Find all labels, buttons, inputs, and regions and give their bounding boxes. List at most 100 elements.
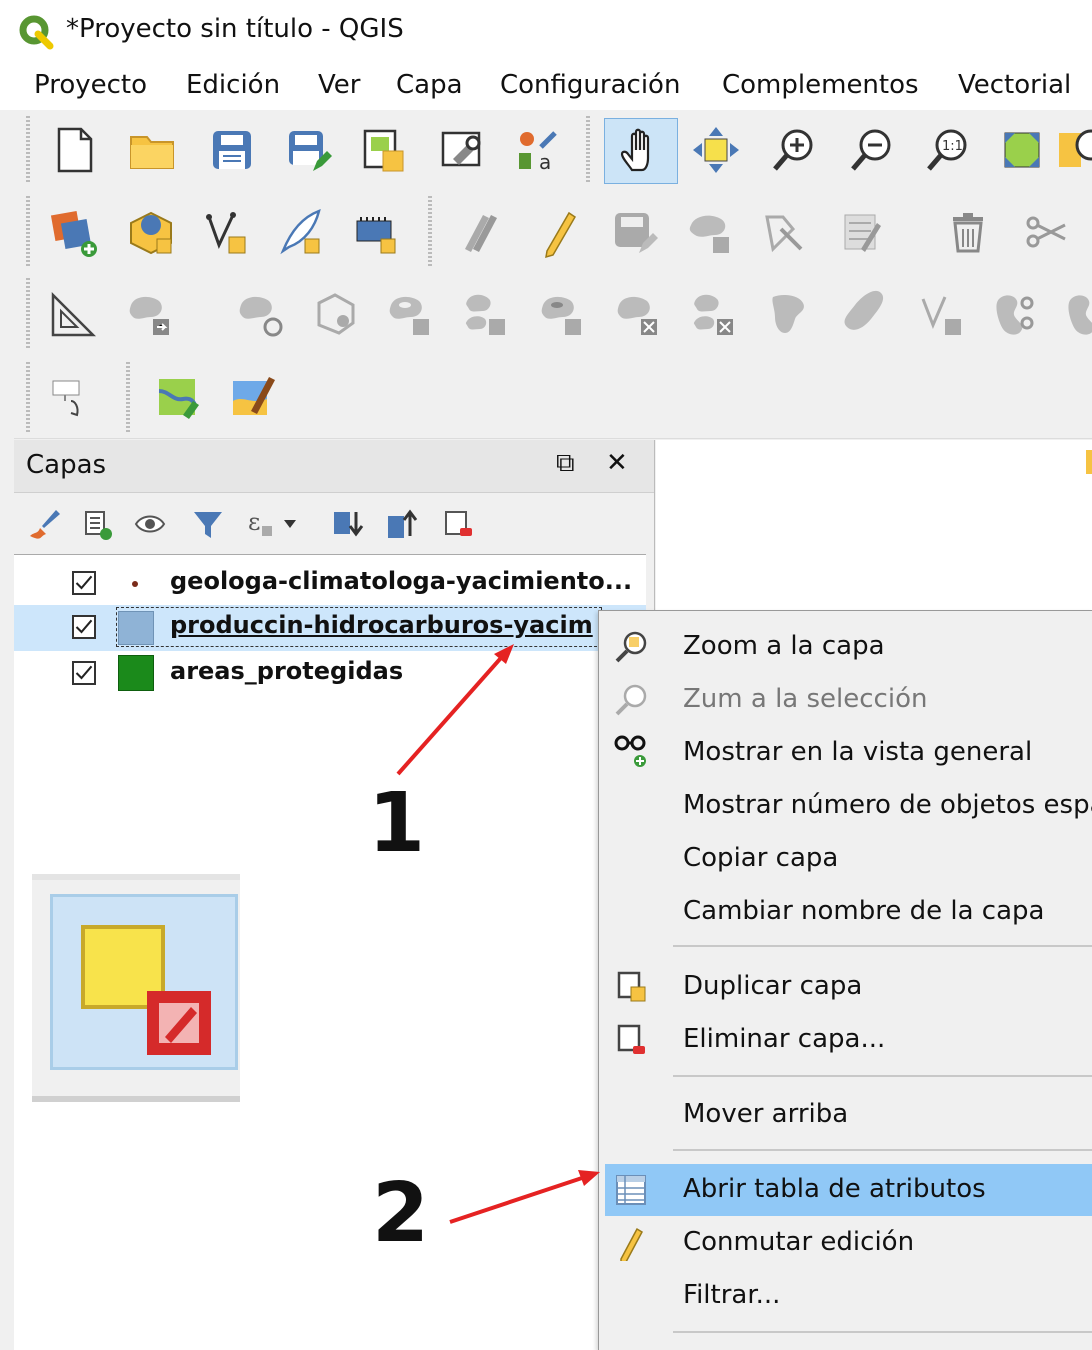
menu-item-rename-layer[interactable]: Cambiar nombre de la capa (599, 886, 1092, 938)
new-virtual-layer-button[interactable] (348, 200, 404, 264)
zoom-out-button[interactable] (844, 118, 900, 182)
close-panel-icon[interactable]: ✕ (606, 448, 628, 478)
style-layer-icon[interactable] (26, 506, 62, 542)
menu-item-move-up[interactable]: Mover arriba (599, 1089, 1092, 1141)
offset-curve-button[interactable] (838, 282, 894, 346)
layer-row-selected[interactable]: produccin-hidrocarburos-yacim (14, 605, 646, 651)
expand-all-icon[interactable] (330, 506, 366, 542)
georeferencer-icon (158, 379, 199, 419)
menu-proyecto[interactable]: Proyecto (34, 68, 147, 102)
style-manager-icon: a (519, 131, 557, 174)
save-edits-button[interactable] (606, 200, 662, 264)
delete-ring-icon (617, 296, 657, 335)
add-group-icon[interactable] (78, 506, 114, 542)
project-toolbar: a 1:1 (14, 110, 1092, 191)
layer-visibility-checkbox[interactable] (72, 571, 96, 595)
layer-row[interactable]: geologa-climatologa-yacimiento... (14, 561, 646, 607)
reshape-features-button[interactable] (762, 282, 818, 346)
menu-item-filter[interactable]: Filtrar... (599, 1270, 1092, 1322)
menu-ver[interactable]: Ver (318, 68, 360, 102)
toolbar-grip[interactable] (428, 196, 432, 266)
float-panel-icon[interactable]: ⧉ (556, 448, 575, 479)
zoom-1-1-icon: 1:1 (927, 129, 967, 171)
annotation-tool-button[interactable] (44, 366, 100, 430)
menu-item-zoom-to-selection[interactable]: Zum a la selección (599, 674, 1092, 726)
eye-visibility-icon[interactable] (132, 506, 168, 542)
menu-complementos[interactable]: Complementos (722, 68, 919, 102)
layer-row[interactable]: areas_protegidas (14, 651, 646, 697)
delete-ring-button[interactable] (610, 282, 666, 346)
toolbar-grip[interactable] (26, 278, 30, 350)
menu-item-label: Conmutar edición (683, 1227, 915, 1257)
add-ring-button[interactable] (382, 282, 438, 346)
toolbar-grip[interactable] (26, 362, 30, 432)
modify-attributes-button[interactable] (834, 200, 890, 264)
menu-item-zoom-to-layer[interactable]: Zoom a la capa (599, 621, 1092, 673)
new-temporary-layer-button[interactable] (272, 200, 328, 264)
add-part-button[interactable] (458, 282, 514, 346)
style-manager-button[interactable]: a (510, 118, 566, 182)
split-features-button[interactable] (988, 282, 1044, 346)
layer-visibility-checkbox[interactable] (72, 615, 96, 639)
advanced-digitizing-button[interactable] (44, 282, 100, 346)
menu-vectorial[interactable]: Vectorial (958, 68, 1071, 102)
open-project-button[interactable] (124, 118, 180, 182)
shape-digitize-button[interactable] (122, 282, 178, 346)
merge-features-button[interactable] (1060, 282, 1092, 346)
toolbar-grip[interactable] (26, 196, 30, 266)
menu-item-copy-layer[interactable]: Copiar capa (599, 833, 1092, 885)
toolbar-grip[interactable] (26, 116, 30, 184)
zoom-to-layer-button[interactable] (1056, 118, 1092, 182)
save-project-button[interactable] (204, 118, 260, 182)
zoom-native-button[interactable]: 1:1 (920, 118, 976, 182)
toolbar-grip[interactable] (126, 362, 130, 432)
add-polygon-button[interactable] (682, 200, 738, 264)
split-parts-button[interactable] (914, 282, 970, 346)
modify-attributes-icon (844, 214, 881, 252)
menu-item-show-feature-count[interactable]: Mostrar número de objetos espa (599, 780, 1092, 832)
expression-filter-icon[interactable]: ε (246, 506, 300, 542)
layer-name: geologa-climatologa-yacimiento... (170, 567, 633, 595)
filter-icon[interactable] (190, 506, 226, 542)
menu-capa[interactable]: Capa (396, 68, 463, 102)
menu-configuracion[interactable]: Configuración (500, 68, 680, 102)
annotation-icon (52, 380, 80, 417)
data-source-manager-button[interactable] (46, 200, 102, 264)
fill-ring-button[interactable] (534, 282, 590, 346)
pan-map-button[interactable] (604, 118, 678, 184)
save-as-button[interactable] (280, 118, 336, 182)
rotate-feature-button[interactable] (232, 282, 288, 346)
remove-layer-icon[interactable] (440, 506, 476, 542)
menu-edicion[interactable]: Edición (186, 68, 280, 102)
menu-item-duplicate-layer[interactable]: Duplicar capa (599, 961, 1092, 1013)
menu-item-show-in-overview[interactable]: Mostrar en la vista general (599, 727, 1092, 779)
menu-item-remove-layer[interactable]: Eliminar capa... (599, 1014, 1092, 1066)
new-project-button[interactable] (46, 118, 102, 182)
new-shapefile-button[interactable] (198, 200, 254, 264)
icon-zoom-inset (32, 874, 240, 1102)
zoom-in-button[interactable] (766, 118, 822, 182)
new-geopackage-button[interactable] (122, 200, 178, 264)
vertex-tool-button[interactable] (756, 200, 812, 264)
cut-features-button[interactable] (1018, 200, 1074, 264)
simplify-feature-button[interactable] (308, 282, 364, 346)
layer-context-menu: Zoom a la capa Zum a la selección Mostra… (598, 610, 1092, 1350)
delete-part-button[interactable] (686, 282, 742, 346)
toolbar-grip[interactable] (586, 116, 590, 184)
georeferencer-button[interactable] (152, 366, 208, 430)
layout-manager-button[interactable] (434, 118, 490, 182)
geopackage-icon (130, 211, 172, 255)
toggle-editing-button[interactable] (530, 200, 586, 264)
menu-item-label: Mostrar número de objetos espa (683, 790, 1092, 820)
collapse-all-icon[interactable] (384, 506, 420, 542)
pan-to-selection-button[interactable] (688, 118, 744, 182)
menu-item-open-attribute-table[interactable]: Abrir tabla de atributos (605, 1164, 1092, 1216)
menu-item-toggle-editing[interactable]: Conmutar edición (599, 1217, 1092, 1269)
merge-features-icon (1068, 295, 1092, 335)
map-editor-button[interactable] (226, 366, 282, 430)
current-edits-button[interactable] (450, 200, 506, 264)
zoom-full-button[interactable] (994, 118, 1050, 182)
delete-selected-button[interactable] (940, 200, 996, 264)
layer-visibility-checkbox[interactable] (72, 661, 96, 685)
new-print-layout-button[interactable] (356, 118, 412, 182)
